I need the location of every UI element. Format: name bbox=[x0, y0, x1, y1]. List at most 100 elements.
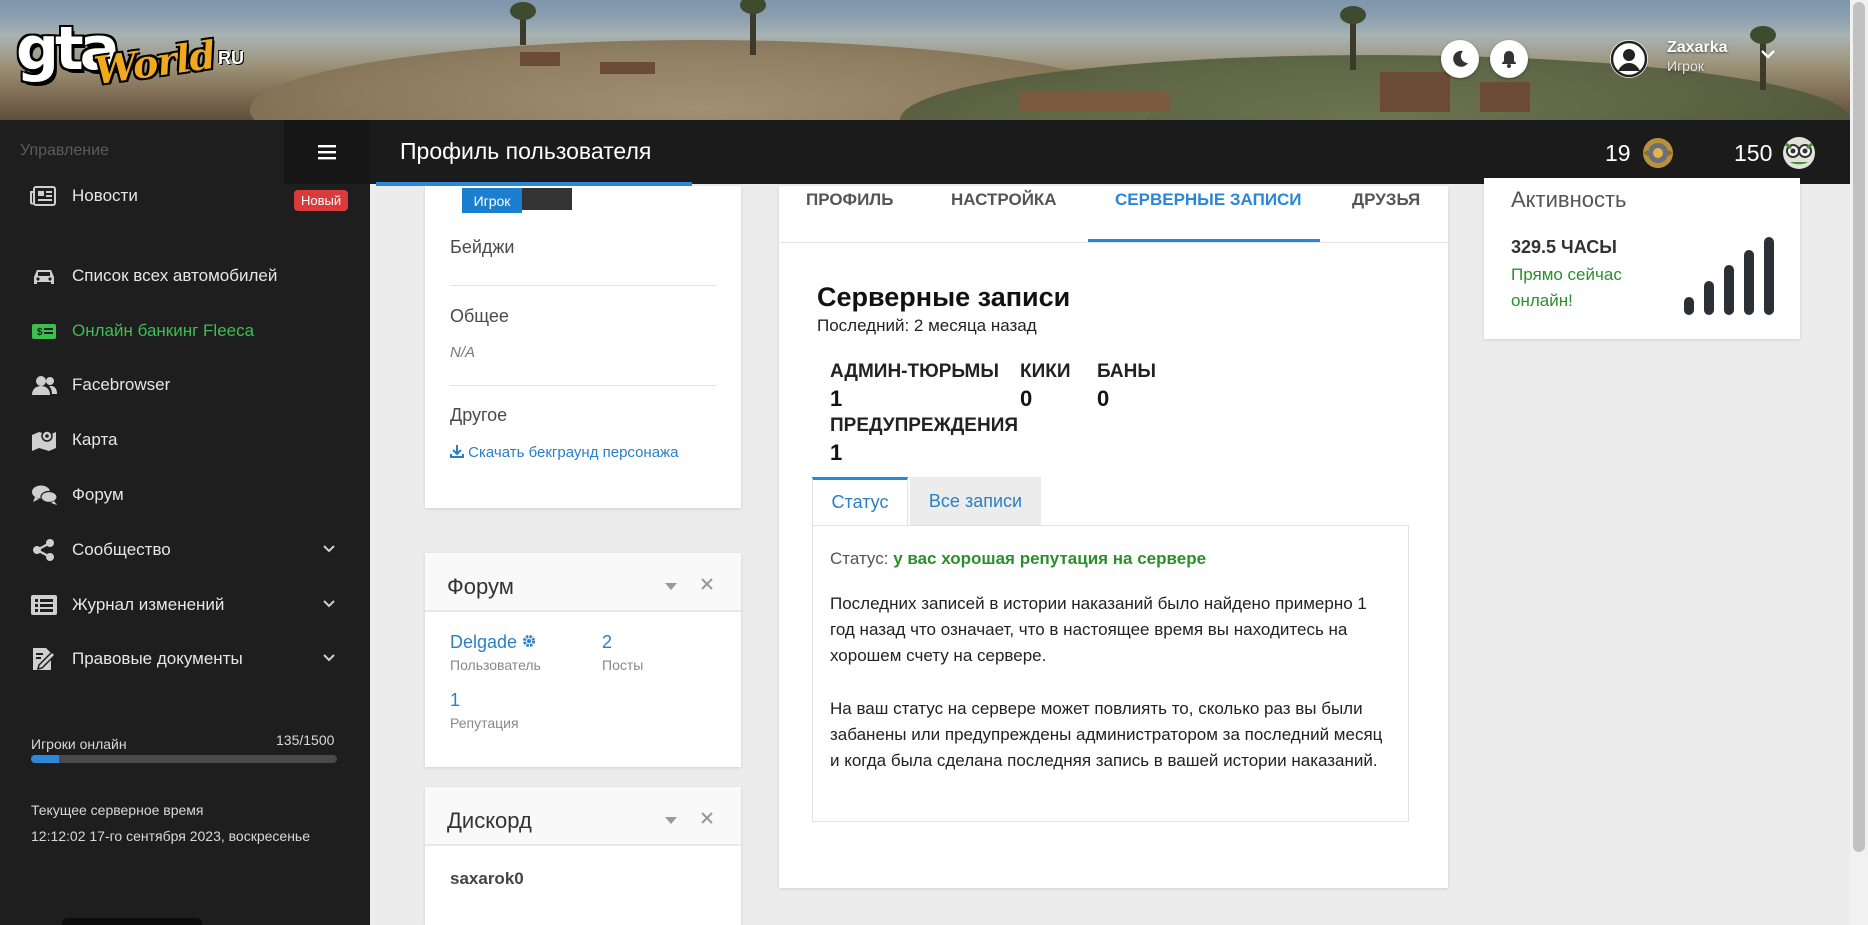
banner-house bbox=[1020, 92, 1170, 112]
share-icon bbox=[33, 539, 54, 561]
bell-icon bbox=[1502, 51, 1516, 68]
forum-user-label: Пользователь bbox=[450, 657, 541, 673]
bans-label: БАНЫ bbox=[1097, 361, 1156, 382]
records-last: Последний: 2 месяца назад bbox=[817, 316, 1037, 335]
sidebar-item-label: Онлайн банкинг Fleeca bbox=[72, 321, 255, 340]
forum-posts-value[interactable]: 2 bbox=[602, 632, 612, 653]
close-icon bbox=[701, 578, 713, 590]
download-icon bbox=[450, 445, 464, 458]
banner-sky bbox=[0, 0, 1850, 35]
close-icon bbox=[701, 812, 713, 824]
sidebar-item-label: Форум bbox=[72, 485, 124, 504]
online-players-label: Игроки онлайн bbox=[31, 736, 127, 752]
discord-username: saxarok0 bbox=[450, 869, 524, 888]
status-line: Статус: у вас хорошая репутация на серве… bbox=[830, 549, 1206, 569]
sidebar-item-forum[interactable]: Форум bbox=[0, 473, 370, 517]
banner-house bbox=[1380, 72, 1450, 112]
svg-text:$: $ bbox=[37, 327, 43, 338]
money-icon: $ bbox=[32, 324, 56, 339]
tab-friends[interactable]: ДРУЗЬЯ bbox=[1352, 190, 1420, 210]
banner-palm bbox=[1340, 6, 1366, 24]
forum-rep-label: Репутация bbox=[450, 715, 519, 731]
status-prefix: Статус: bbox=[830, 549, 889, 568]
active-tab-indicator bbox=[1088, 239, 1320, 242]
general-heading: Общее bbox=[450, 306, 509, 326]
sidebar-item-cars[interactable]: Список всех автомобилей bbox=[0, 254, 370, 298]
sidebar: Управление Новости Новый Список всех авт… bbox=[0, 120, 370, 925]
sidebar-item-facebrowser[interactable]: Facebrowser bbox=[0, 363, 370, 407]
forum-title: Форум bbox=[447, 574, 514, 599]
activity-hours: 329.5 ЧАСЫ bbox=[1511, 237, 1617, 257]
download-link-label: Скачать бекграунд персонажа bbox=[468, 444, 679, 461]
activity-online-status: Прямо сейчас онлайн! bbox=[1511, 265, 1622, 310]
scrollbar-thumb[interactable] bbox=[1853, 2, 1865, 852]
notifications-button[interactable] bbox=[1490, 40, 1528, 78]
divider bbox=[450, 285, 716, 286]
banner-palm bbox=[510, 2, 536, 20]
level-stat[interactable]: 19 bbox=[1605, 134, 1677, 172]
role-bar bbox=[522, 188, 572, 210]
points-value: 150 bbox=[1734, 139, 1773, 166]
tabs-divider bbox=[779, 242, 1448, 243]
site-logo[interactable]: gta World RU bbox=[16, 14, 244, 94]
avatar bbox=[1610, 40, 1648, 78]
tab-profile[interactable]: ПРОФИЛЬ bbox=[806, 190, 893, 210]
divider bbox=[425, 844, 741, 846]
car-icon bbox=[34, 270, 54, 284]
role-tag: Игрок bbox=[462, 188, 522, 213]
sidebar-item-label: Список всех автомобилей bbox=[72, 266, 278, 285]
new-badge: Новый bbox=[294, 190, 349, 211]
online-players-bar bbox=[31, 755, 337, 763]
chevron-down-icon bbox=[323, 654, 335, 662]
activity-title: Активность bbox=[1511, 187, 1627, 212]
subtab-all-records[interactable]: Все записи bbox=[910, 477, 1041, 525]
subtab-status[interactable]: Статус bbox=[812, 477, 908, 525]
chevron-down-icon bbox=[323, 600, 335, 608]
server-time-label: Текущее серверное время bbox=[31, 802, 204, 818]
users-icon bbox=[32, 376, 57, 395]
map-icon bbox=[32, 430, 56, 451]
close-button[interactable] bbox=[700, 811, 714, 830]
document-icon bbox=[33, 648, 57, 671]
online-players-fill bbox=[31, 755, 59, 763]
badges-heading: Бейджи bbox=[450, 237, 515, 257]
page-title: Профиль пользователя bbox=[400, 138, 652, 164]
sidebar-item-label: Facebrowser bbox=[72, 375, 171, 394]
user-menu[interactable]: Zaxarka Игрок bbox=[1610, 36, 1780, 84]
sidebar-bottom-bar bbox=[62, 918, 202, 925]
forum-user-link[interactable]: Delgade bbox=[450, 632, 536, 653]
sidebar-item-community[interactable]: Сообщество bbox=[0, 528, 370, 572]
collapse-button[interactable] bbox=[664, 812, 678, 830]
sidebar-item-banking[interactable]: $ Онлайн банкинг Fleeca bbox=[0, 309, 370, 353]
logo-tld-text: RU bbox=[218, 48, 244, 68]
points-stat[interactable]: 150 bbox=[1734, 134, 1818, 172]
tab-server-records[interactable]: СЕРВЕРНЫЕ ЗАПИСИ bbox=[1115, 190, 1302, 210]
jail-label: АДМИН-ТЮРЬМЫ bbox=[830, 361, 999, 382]
tab-settings[interactable]: НАСТРОЙКА bbox=[951, 190, 1057, 210]
collapse-button[interactable] bbox=[664, 578, 678, 596]
sidebar-item-legal[interactable]: Правовые документы bbox=[0, 637, 370, 681]
medal-icon bbox=[1642, 138, 1673, 168]
close-button[interactable] bbox=[700, 577, 714, 596]
moon-icon bbox=[1453, 50, 1468, 67]
sidebar-item-label: Журнал изменений bbox=[72, 595, 225, 614]
sidebar-item-changelog[interactable]: Журнал изменений bbox=[0, 583, 370, 627]
forum-rep-value[interactable]: 1 bbox=[450, 690, 460, 711]
hamburger-icon bbox=[318, 145, 336, 160]
online-players-count: 135/1500 bbox=[276, 732, 335, 748]
download-background-link[interactable]: Скачать бекграунд персонажа bbox=[450, 444, 678, 461]
kicks-value: 0 bbox=[1020, 386, 1033, 411]
page-header: Профиль пользователя 19 150 bbox=[370, 120, 1850, 186]
chevron-down-icon bbox=[323, 545, 335, 553]
sidebar-item-label: Карта bbox=[72, 430, 118, 449]
banner-house bbox=[600, 62, 655, 74]
sidebar-item-label: Новости bbox=[72, 186, 138, 205]
chat-icon bbox=[32, 485, 58, 505]
status-paragraph-2: На ваш статус на сервере может повлиять … bbox=[830, 699, 1383, 770]
sidebar-item-map[interactable]: Карта bbox=[0, 418, 370, 462]
kicks-label: КИКИ bbox=[1020, 361, 1071, 382]
dark-mode-button[interactable] bbox=[1441, 40, 1479, 78]
signal-bar bbox=[1704, 281, 1714, 315]
status-value: у вас хорошая репутация на сервере bbox=[893, 549, 1207, 568]
warnings-value: 1 bbox=[830, 440, 843, 465]
